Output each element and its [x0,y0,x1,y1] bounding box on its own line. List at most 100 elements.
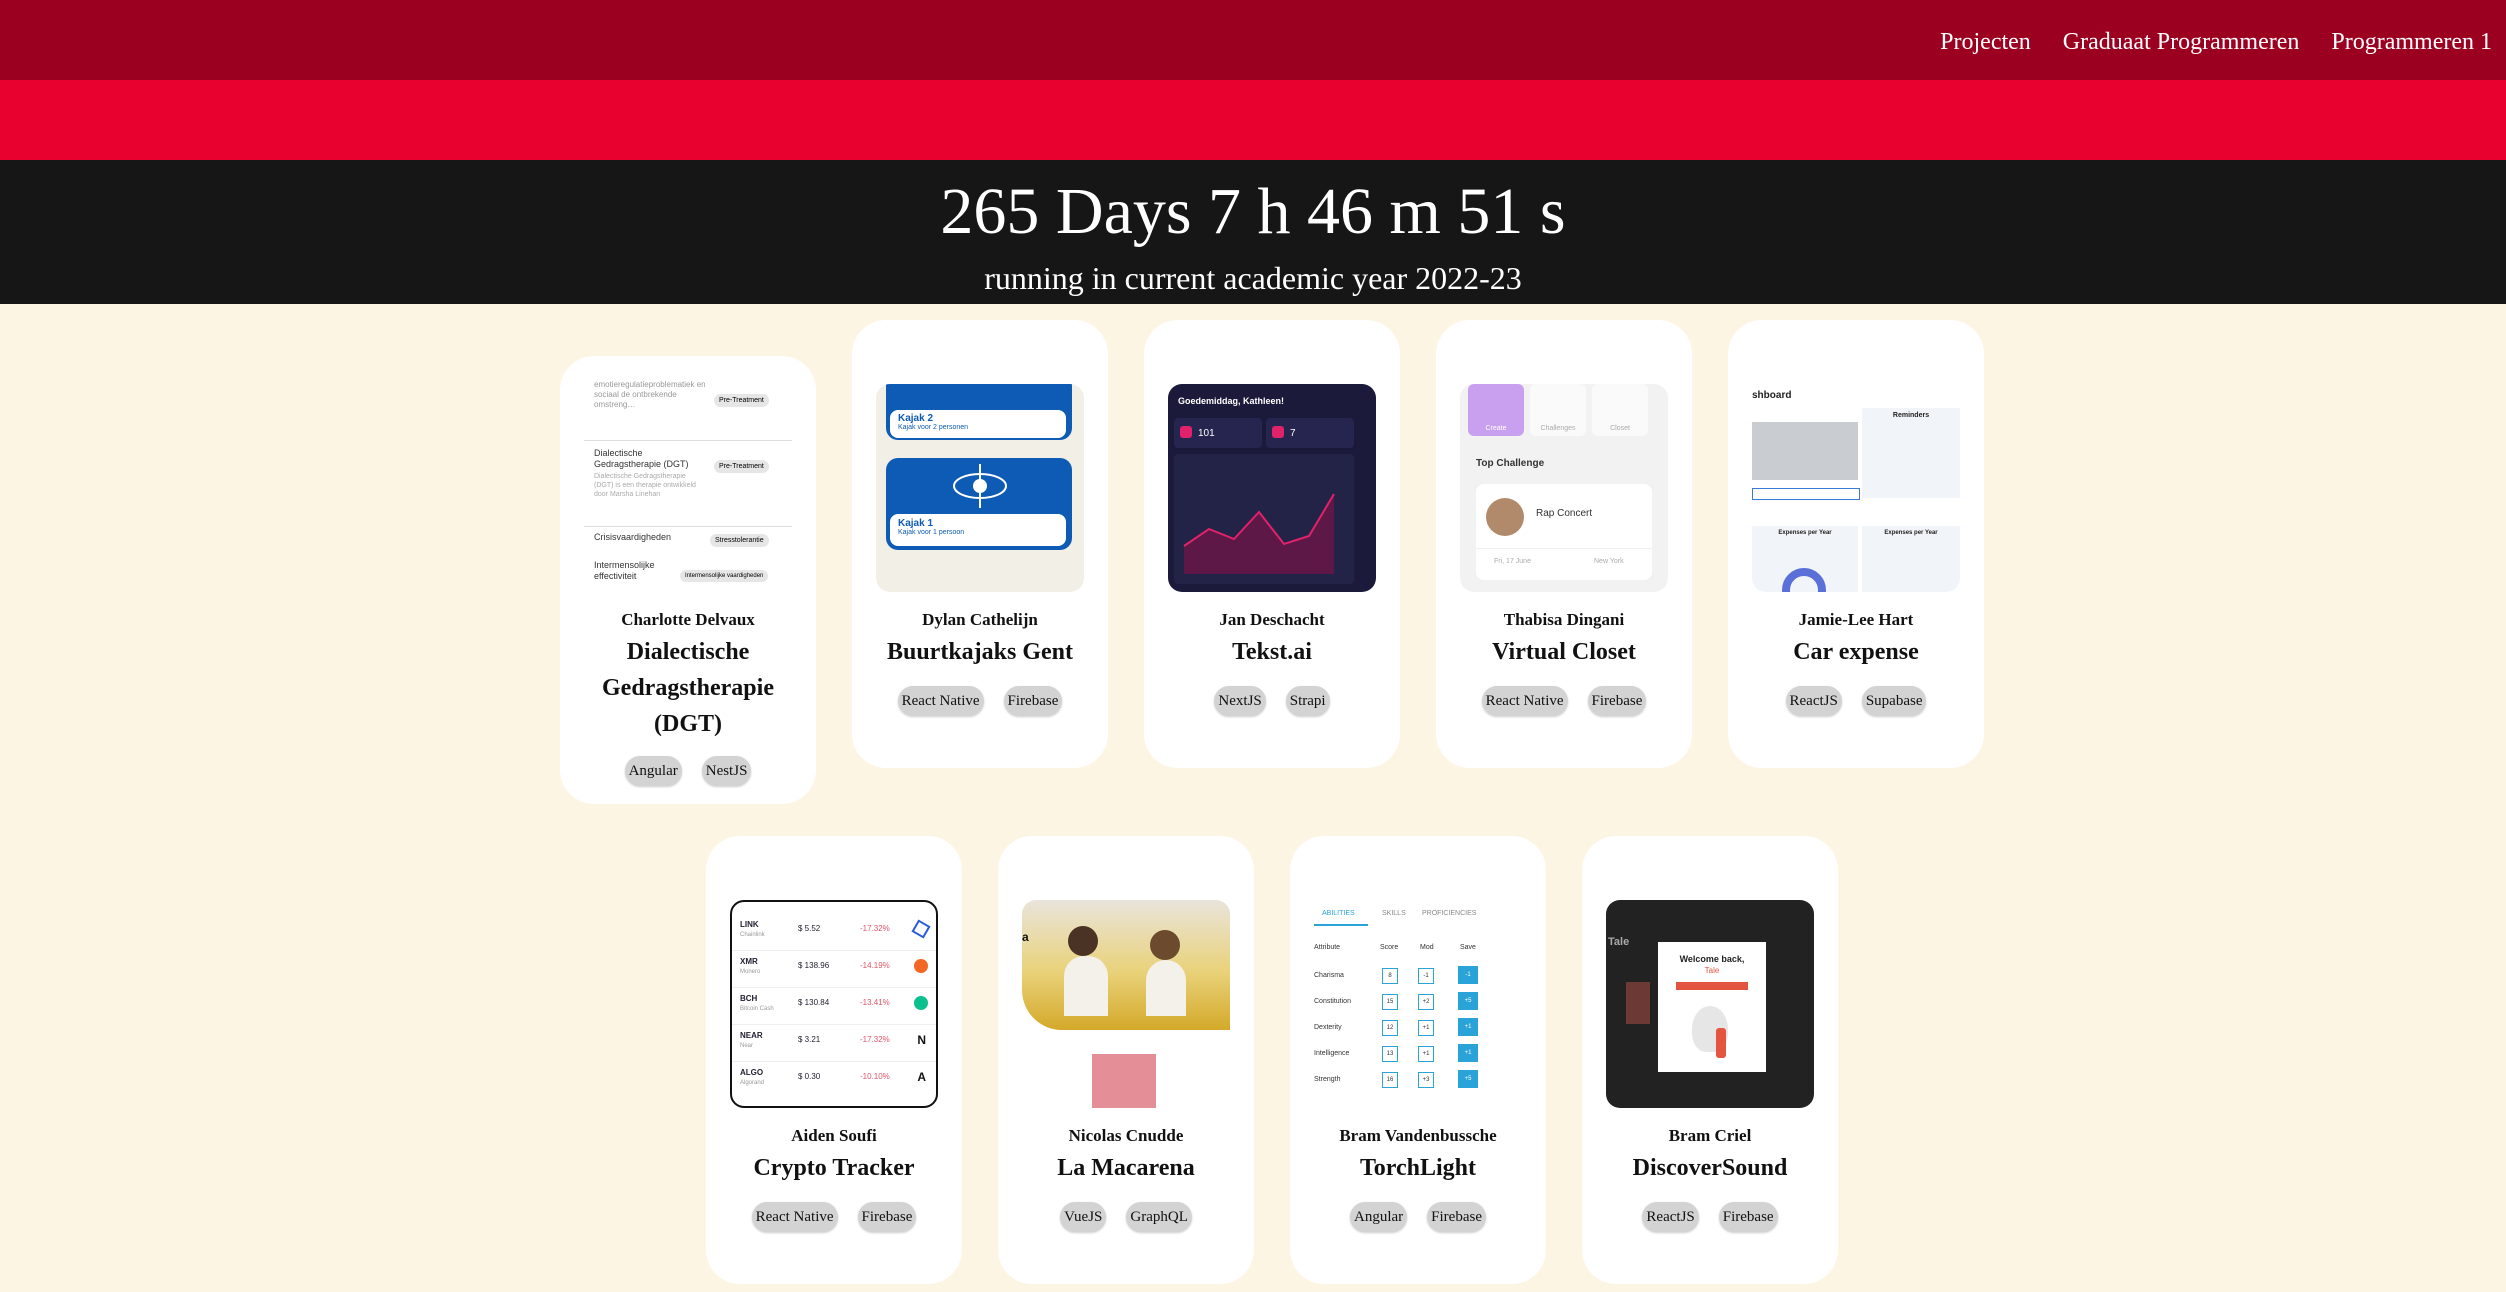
project-card-virtual-closet[interactable]: Create Challenges Closet Top Challenge R… [1436,320,1692,768]
kajak-name: Kajak 2 [898,413,934,424]
coin-name: Monero [740,969,761,975]
attribute-score: 16 [1382,1072,1398,1088]
attribute-mod: +3 [1418,1072,1434,1088]
project-card-la-macarena[interactable]: a Nicolas Cnudde La Macarena VueJS Graph… [998,836,1254,1284]
coin-change: -14.19% [860,961,890,970]
nav-link-projecten[interactable]: Projecten [1940,29,2031,56]
project-title: Car expense [1793,639,1919,665]
project-card-car-expense[interactable]: shboard Reminders Expenses per Year Expe… [1728,320,1984,768]
preview-welcome: Welcome back, [1679,954,1745,964]
tag-list: ReactJS Firebase [1582,1202,1838,1232]
preview-row-text: Intermensolijke effectiviteit [594,560,655,581]
preview-side-label: Tale [1608,936,1630,948]
kayak-icon [953,464,1007,508]
tag-badge: NextJS [1214,686,1266,716]
hero-banner: 265 Days 7 h 46 m 51 s running in curren… [0,160,2506,304]
tag-list: NextJS Strapi [1144,686,1400,716]
attribute-name: Constitution [1314,998,1351,1005]
project-screenshot: Create Challenges Closet Top Challenge R… [1460,384,1668,592]
tag-list: VueJS GraphQL [998,1202,1254,1232]
project-author: Nicolas Cnudde [1068,1126,1184,1145]
coin-list: LINK Chainlink $ 5.52 -17.32% XMR Monero… [732,914,936,1098]
coin-name: Algorand [740,1080,765,1086]
attribute-mod: -1 [1418,968,1434,984]
project-screenshot: a [1022,900,1230,1108]
coin-symbol: LINK [740,920,759,929]
preview-expenses: Expenses per Year [1884,530,1938,536]
tag-badge: ReactJS [1642,1202,1699,1232]
project-title: TorchLight [1359,1155,1477,1181]
project-author: Jamie-Lee Hart [1798,610,1914,629]
preview-heading: shboard [1752,390,1792,401]
kajak-sub: Kajak voor 2 personen [898,424,969,431]
preview-stat: 101 [1198,428,1215,439]
project-author: Jan Deschacht [1219,610,1325,629]
coin-name: Chainlink [740,932,765,938]
attribute-score: 15 [1382,994,1398,1010]
project-screenshot: LINK Chainlink $ 5.52 -17.32% XMR Monero… [730,900,938,1108]
preview-stat: 7 [1290,428,1296,439]
coin-name: Bitcoin Cash [740,1006,774,1012]
project-screenshot: Tale Welcome back, Tale [1606,900,1814,1108]
project-card-crypto-tracker[interactable]: LINK Chainlink $ 5.52 -17.32% XMR Monero… [706,836,962,1284]
attribute-name: Dexterity [1314,1024,1342,1031]
tag-badge: ReactJS [1785,686,1842,716]
countdown-timer: 265 Days 7 h 46 m 51 s [940,175,1566,248]
preview-username: Tale [1704,966,1720,975]
project-card-buurtkajaks[interactable]: Kajak 2 Kajak voor 2 personen Kajak 1 Ka… [852,320,1108,768]
project-author: Charlotte Delvaux [621,610,755,629]
project-author: Dylan Cathelijn [922,610,1038,629]
tag-list: React Native Firebase [706,1202,962,1232]
coin-change: -13.41% [860,998,890,1007]
tag-list: React Native Firebase [1436,686,1692,716]
tag-badge: React Native [1481,686,1568,716]
hero-subtitle: running in current academic year 2022-23 [984,260,1522,296]
coin-name: Near [740,1043,754,1049]
coin-price: $ 5.52 [798,924,821,933]
attribute-save: +1 [1458,1044,1478,1062]
preview-tab: Create [1485,425,1507,432]
nav-link-graduaat-programmeren[interactable]: Graduaat Programmeren [2063,29,2300,56]
preview-row-text: emotieregulatieproblematiek en sociaal d… [594,380,706,409]
preview-badge: Pre-Treatment [714,460,769,473]
preview-heading: Top Challenge [1476,458,1545,469]
project-author: Thabisa Dingani [1503,610,1625,629]
preview-tab: ABILITIES [1322,910,1355,917]
attribute-score: 8 [1382,968,1398,984]
coin-price: $ 138.96 [798,961,830,970]
project-title: La Macarena [1057,1155,1195,1181]
kajak-sub: Kajak voor 1 persoon [898,529,965,536]
attribute-name: Intelligence [1314,1050,1350,1057]
column-header: Score [1380,944,1399,951]
nav-link-programmeren-1[interactable]: Programmeren 1 [2331,29,2492,56]
tag-badge: Firebase [1427,1202,1486,1232]
attribute-score: 12 [1382,1020,1398,1036]
line-chart-graphic [1183,493,1335,574]
project-screenshot: shboard Reminders Expenses per Year Expe… [1752,384,1960,592]
tag-badge: Firebase [1718,1202,1778,1232]
project-card-discoversound[interactable]: Tale Welcome back, Tale Bram Criel Disco… [1582,836,1838,1284]
attribute-mod: +2 [1418,994,1434,1010]
preview-place: New York [1594,558,1624,565]
project-card-tekst-ai[interactable]: Goedemiddag, Kathleen! 101 7 Jan Deschac… [1144,320,1400,768]
project-card-torchlight[interactable]: ABILITIES SKILLS PROFICIENCIES Attribute… [1290,836,1546,1284]
tag-badge: React Native [751,1202,838,1232]
tag-badge: Supabase [1861,686,1927,716]
column-header: Mod [1420,944,1434,951]
kajak-name: Kajak 1 [898,518,934,529]
coin-change: -17.32% [860,924,890,933]
preview-event: Rap Concert [1536,508,1593,519]
coin-price: $ 0.30 [798,1072,821,1081]
main-nav: Projecten Graduaat Programmeren Programm… [1940,0,2492,84]
preview-tab: PROFICIENCIES [1422,910,1477,917]
project-card-dgt[interactable]: emotieregulatieproblematiek en sociaal d… [560,356,816,804]
tag-badge: Firebase [1003,686,1063,716]
coin-symbol: BCH [740,994,758,1003]
attribute-save: +5 [1458,1070,1478,1088]
project-title: Buurtkajaks Gent [886,639,1074,665]
preview-row-text: Dialectische Gedragstherapie (DGT) [594,448,689,469]
attribute-save: -1 [1458,966,1478,984]
preview-tab: Closet [1610,425,1630,432]
tag-badge: Firebase [857,1202,917,1232]
coin-symbol: ALGO [740,1068,764,1077]
